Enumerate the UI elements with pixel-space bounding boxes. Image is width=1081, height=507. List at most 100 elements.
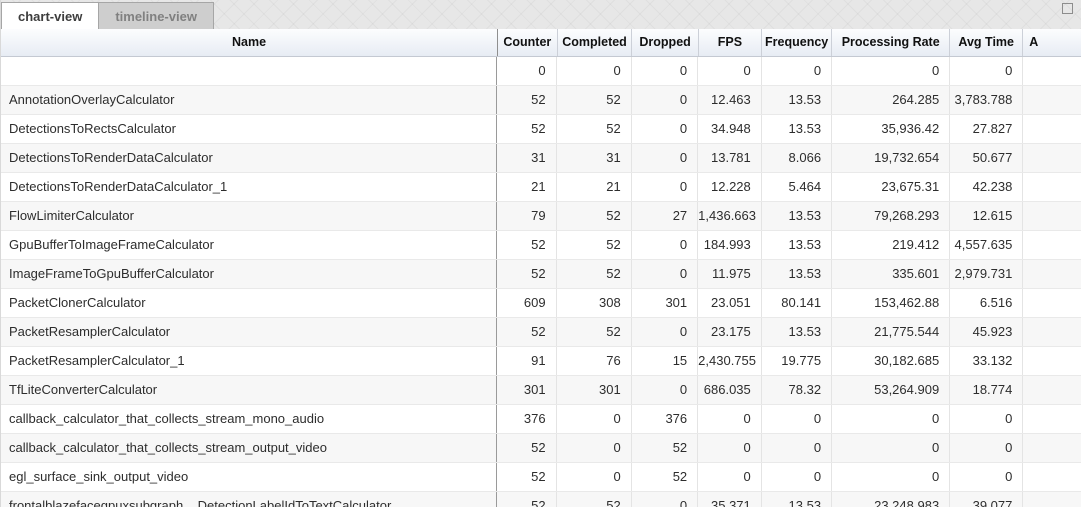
cell-value: 79: [497, 202, 557, 230]
cell-value: 35,936.42: [832, 115, 950, 143]
cell-value: 184.993: [698, 231, 762, 259]
cell-value: 0: [762, 405, 832, 433]
column-header-frequency[interactable]: Frequency: [762, 29, 832, 56]
cell-value: 52: [497, 115, 557, 143]
table-row: callback_calculator_that_collects_stream…: [1, 434, 1081, 463]
cell-value: 0: [632, 57, 698, 85]
cell-value: 23,675.31: [832, 173, 950, 201]
cell-value: 0: [762, 434, 832, 462]
cell-value: 52: [632, 463, 698, 491]
cell-value: 0: [557, 463, 632, 491]
cell-value: 79,268.293: [832, 202, 950, 230]
cell-value: 0: [762, 463, 832, 491]
tab-bar: chart-view timeline-view: [1, 0, 1081, 29]
cell-value: 39.077: [950, 492, 1023, 507]
cell-value: 0: [632, 492, 698, 507]
cell-value: 52: [557, 260, 632, 288]
cell-value: 153,462.88: [832, 289, 950, 317]
cell-name: ImageFrameToGpuBufferCalculator: [1, 260, 497, 288]
cell-empty: [1023, 173, 1081, 201]
cell-value: 1,436.663: [698, 202, 762, 230]
stats-panel: chart-view timeline-view NameCounterComp…: [0, 0, 1081, 507]
cell-name: GpuBufferToImageFrameCalculator: [1, 231, 497, 259]
table-row: egl_surface_sink_output_video520520000: [1, 463, 1081, 492]
table-row: AnnotationOverlayCalculator5252012.46313…: [1, 86, 1081, 115]
cell-value: 52: [557, 492, 632, 507]
cell-value: 301: [557, 376, 632, 404]
cell-value: 0: [950, 57, 1023, 85]
cell-empty: [1023, 434, 1081, 462]
cell-value: 52: [497, 434, 557, 462]
cell-name: DetectionsToRenderDataCalculator_1: [1, 173, 497, 201]
cell-value: 6.516: [950, 289, 1023, 317]
table-header-row: NameCounterCompletedDroppedFPSFrequencyP…: [1, 29, 1081, 57]
cell-value: 0: [698, 434, 762, 462]
cell-value: 52: [557, 318, 632, 346]
cell-value: 13.781: [698, 144, 762, 172]
cell-value: 609: [497, 289, 557, 317]
column-header-name[interactable]: Name: [1, 29, 498, 56]
cell-value: 11.975: [698, 260, 762, 288]
cell-empty: [1023, 86, 1081, 114]
cell-value: 301: [497, 376, 557, 404]
column-header-counter[interactable]: Counter: [498, 29, 558, 56]
cell-value: 12.463: [698, 86, 762, 114]
cell-value: 27: [632, 202, 698, 230]
cell-value: 0: [762, 57, 832, 85]
column-header-completed[interactable]: Completed: [558, 29, 633, 56]
cell-value: 15: [632, 347, 698, 375]
cell-name: [1, 57, 497, 85]
cell-value: 52: [557, 202, 632, 230]
cell-value: 23,248.983: [832, 492, 950, 507]
cell-empty: [1023, 144, 1081, 172]
cell-value: 34.948: [698, 115, 762, 143]
cell-name: callback_calculator_that_collects_stream…: [1, 434, 497, 462]
cell-value: 0: [632, 173, 698, 201]
table-row: ImageFrameToGpuBufferCalculator5252011.9…: [1, 260, 1081, 289]
cell-value: 0: [557, 57, 632, 85]
cell-value: 301: [632, 289, 698, 317]
cell-name: DetectionsToRenderDataCalculator: [1, 144, 497, 172]
cell-value: 13.53: [762, 231, 832, 259]
cell-value: 0: [632, 318, 698, 346]
tab-timeline-view[interactable]: timeline-view: [99, 2, 214, 29]
maximize-icon[interactable]: [1062, 3, 1073, 14]
cell-value: 0: [698, 405, 762, 433]
cell-value: 0: [632, 115, 698, 143]
column-header-a[interactable]: A: [1023, 29, 1081, 56]
cell-value: 0: [698, 57, 762, 85]
cell-value: 42.238: [950, 173, 1023, 201]
table-row: DetectionsToRenderDataCalculator3131013.…: [1, 144, 1081, 173]
cell-value: 21: [497, 173, 557, 201]
cell-value: 12.228: [698, 173, 762, 201]
cell-value: 0: [950, 434, 1023, 462]
cell-value: 19.775: [762, 347, 832, 375]
cell-name: callback_calculator_that_collects_stream…: [1, 405, 497, 433]
cell-value: 80.141: [762, 289, 832, 317]
cell-value: 13.53: [762, 260, 832, 288]
cell-value: 91: [497, 347, 557, 375]
cell-empty: [1023, 318, 1081, 346]
table-row: GpuBufferToImageFrameCalculator52520184.…: [1, 231, 1081, 260]
cell-value: 76: [557, 347, 632, 375]
cell-value: 0: [632, 376, 698, 404]
cell-name: PacketResamplerCalculator: [1, 318, 497, 346]
cell-value: 52: [497, 463, 557, 491]
cell-value: 376: [632, 405, 698, 433]
cell-value: 33.132: [950, 347, 1023, 375]
cell-value: 19,732.654: [832, 144, 950, 172]
tab-chart-view[interactable]: chart-view: [1, 2, 99, 29]
column-header-dropped[interactable]: Dropped: [632, 29, 698, 56]
column-header-avg-time[interactable]: Avg Time: [950, 29, 1023, 56]
cell-empty: [1023, 202, 1081, 230]
cell-value: 52: [497, 492, 557, 507]
cell-value: 0: [632, 231, 698, 259]
cell-value: 52: [557, 86, 632, 114]
cell-value: 376: [497, 405, 557, 433]
cell-value: 78.32: [762, 376, 832, 404]
cell-value: 0: [832, 463, 950, 491]
column-header-fps[interactable]: FPS: [699, 29, 762, 56]
table-row: PacketResamplerCalculator_19176152,430.7…: [1, 347, 1081, 376]
cell-value: 18.774: [950, 376, 1023, 404]
column-header-processing-rate[interactable]: Processing Rate: [832, 29, 950, 56]
